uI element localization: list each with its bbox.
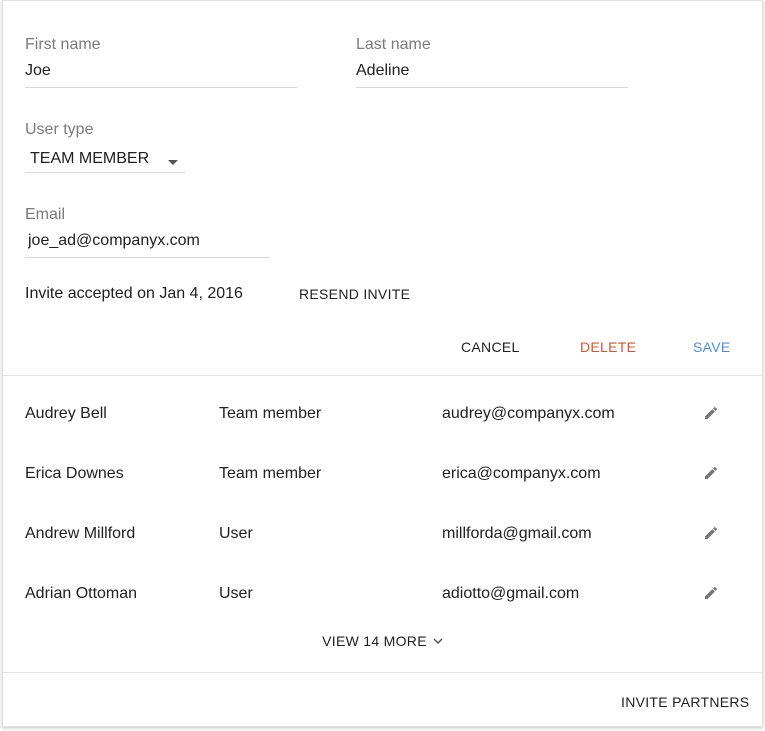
member-type: User (219, 525, 253, 542)
user-type-select[interactable]: TEAM MEMBER (25, 147, 185, 173)
member-name: Audrey Bell (25, 405, 107, 422)
member-type: User (219, 585, 253, 602)
member-email: erica@companyx.com (442, 465, 601, 482)
list-item: Andrew Millford User millforda@gmail.com (3, 504, 762, 564)
member-email: adiotto@gmail.com (442, 585, 580, 602)
pencil-icon[interactable] (703, 585, 721, 603)
first-name-underline (25, 87, 297, 88)
first-name-field[interactable] (25, 62, 295, 80)
delete-button[interactable]: DELETE (580, 339, 636, 355)
last-name-field[interactable] (356, 62, 626, 80)
email-label: Email (25, 206, 66, 223)
invite-partners-button[interactable]: INVITE PARTNERS (621, 694, 749, 710)
email-field[interactable] (28, 232, 268, 250)
view-more-label: VIEW 14 MORE (322, 633, 427, 649)
caret-down-icon (168, 160, 178, 165)
view-more-container: VIEW 14 MORE (3, 633, 762, 651)
user-type-underline (25, 172, 185, 173)
chevron-down-icon (433, 638, 443, 645)
user-type-value: TEAM MEMBER (30, 150, 150, 167)
member-name: Andrew Millford (25, 525, 136, 542)
last-name-label: Last name (356, 36, 431, 53)
user-type-label: User type (25, 121, 94, 138)
section-divider (3, 375, 762, 376)
pencil-icon[interactable] (703, 465, 721, 483)
member-email: millforda@gmail.com (442, 525, 592, 542)
view-more-button[interactable]: VIEW 14 MORE (322, 633, 443, 649)
save-button[interactable]: SAVE (693, 339, 731, 355)
resend-invite-button[interactable]: RESEND INVITE (299, 286, 410, 302)
user-edit-card: First name Last name User type TEAM MEMB… (2, 0, 763, 727)
list-item: Audrey Bell Team member audrey@companyx.… (3, 384, 762, 444)
list-item: Erica Downes Team member erica@companyx.… (3, 444, 762, 504)
member-type: Team member (219, 405, 322, 422)
footer-divider (3, 672, 762, 673)
member-email: audrey@companyx.com (442, 405, 615, 422)
last-name-underline (356, 87, 628, 88)
member-name: Erica Downes (25, 465, 124, 482)
pencil-icon[interactable] (703, 525, 721, 543)
list-item: Adrian Ottoman User adiotto@gmail.com (3, 564, 762, 624)
cancel-button[interactable]: CANCEL (461, 339, 520, 355)
email-underline (25, 257, 270, 258)
pencil-icon[interactable] (703, 405, 721, 423)
first-name-label: First name (25, 36, 101, 53)
invite-status-text: Invite accepted on Jan 4, 2016 (25, 285, 243, 302)
member-type: Team member (219, 465, 322, 482)
member-name: Adrian Ottoman (25, 585, 138, 602)
